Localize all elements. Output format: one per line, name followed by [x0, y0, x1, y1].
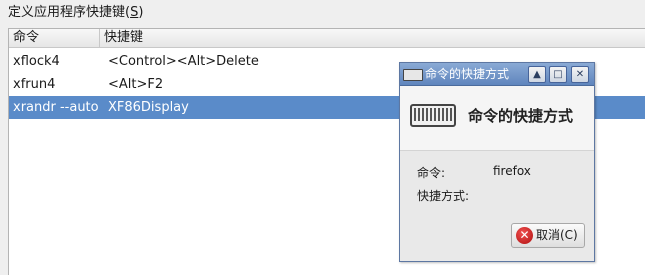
maximize-button[interactable]: □ [549, 66, 567, 83]
dialog-header-title: 命令的快捷方式 [468, 107, 574, 125]
shortcut-dialog: 命令的快捷方式 ▲ □ ✕ 命令的快捷方式 命令: firefox 快捷方式: … [399, 62, 595, 262]
dialog-titlebar[interactable]: 命令的快捷方式 ▲ □ ✕ [400, 63, 594, 86]
dialog-window-title: 命令的快捷方式 [425, 67, 510, 81]
command-value: firefox [493, 164, 531, 178]
shortcut-cell: <Alt>F2 [108, 77, 164, 92]
column-header-shortcut[interactable]: 快捷键 [100, 29, 645, 47]
close-button[interactable]: ✕ [571, 66, 589, 83]
section-label-text: 定义应用程序快捷键( [8, 5, 131, 20]
cancel-button[interactable]: ✕ 取消(C) [511, 223, 585, 248]
shade-button[interactable]: ▲ [528, 66, 546, 83]
command-cell: xflock4 [13, 54, 60, 69]
cancel-icon: ✕ [516, 227, 533, 244]
command-cell: xrandr --auto [13, 100, 99, 115]
command-label: 命令: [417, 166, 446, 180]
section-label: 定义应用程序快捷键(S) [8, 5, 143, 21]
dialog-header: 命令的快捷方式 [400, 86, 594, 151]
column-header-command[interactable]: 命令 [9, 29, 100, 47]
table-header: 命令 快捷键 [9, 29, 645, 48]
keyboard-icon [410, 104, 456, 127]
section-label-end: ) [138, 5, 144, 20]
keyboard-icon [403, 69, 423, 81]
shortcut-label: 快捷方式: [417, 189, 470, 203]
command-cell: xfrun4 [13, 77, 56, 92]
cancel-button-label: 取消(C) [536, 228, 578, 242]
shortcut-cell: <Control><Alt>Delete [108, 54, 259, 69]
shortcut-cell: XF86Display [108, 100, 189, 115]
